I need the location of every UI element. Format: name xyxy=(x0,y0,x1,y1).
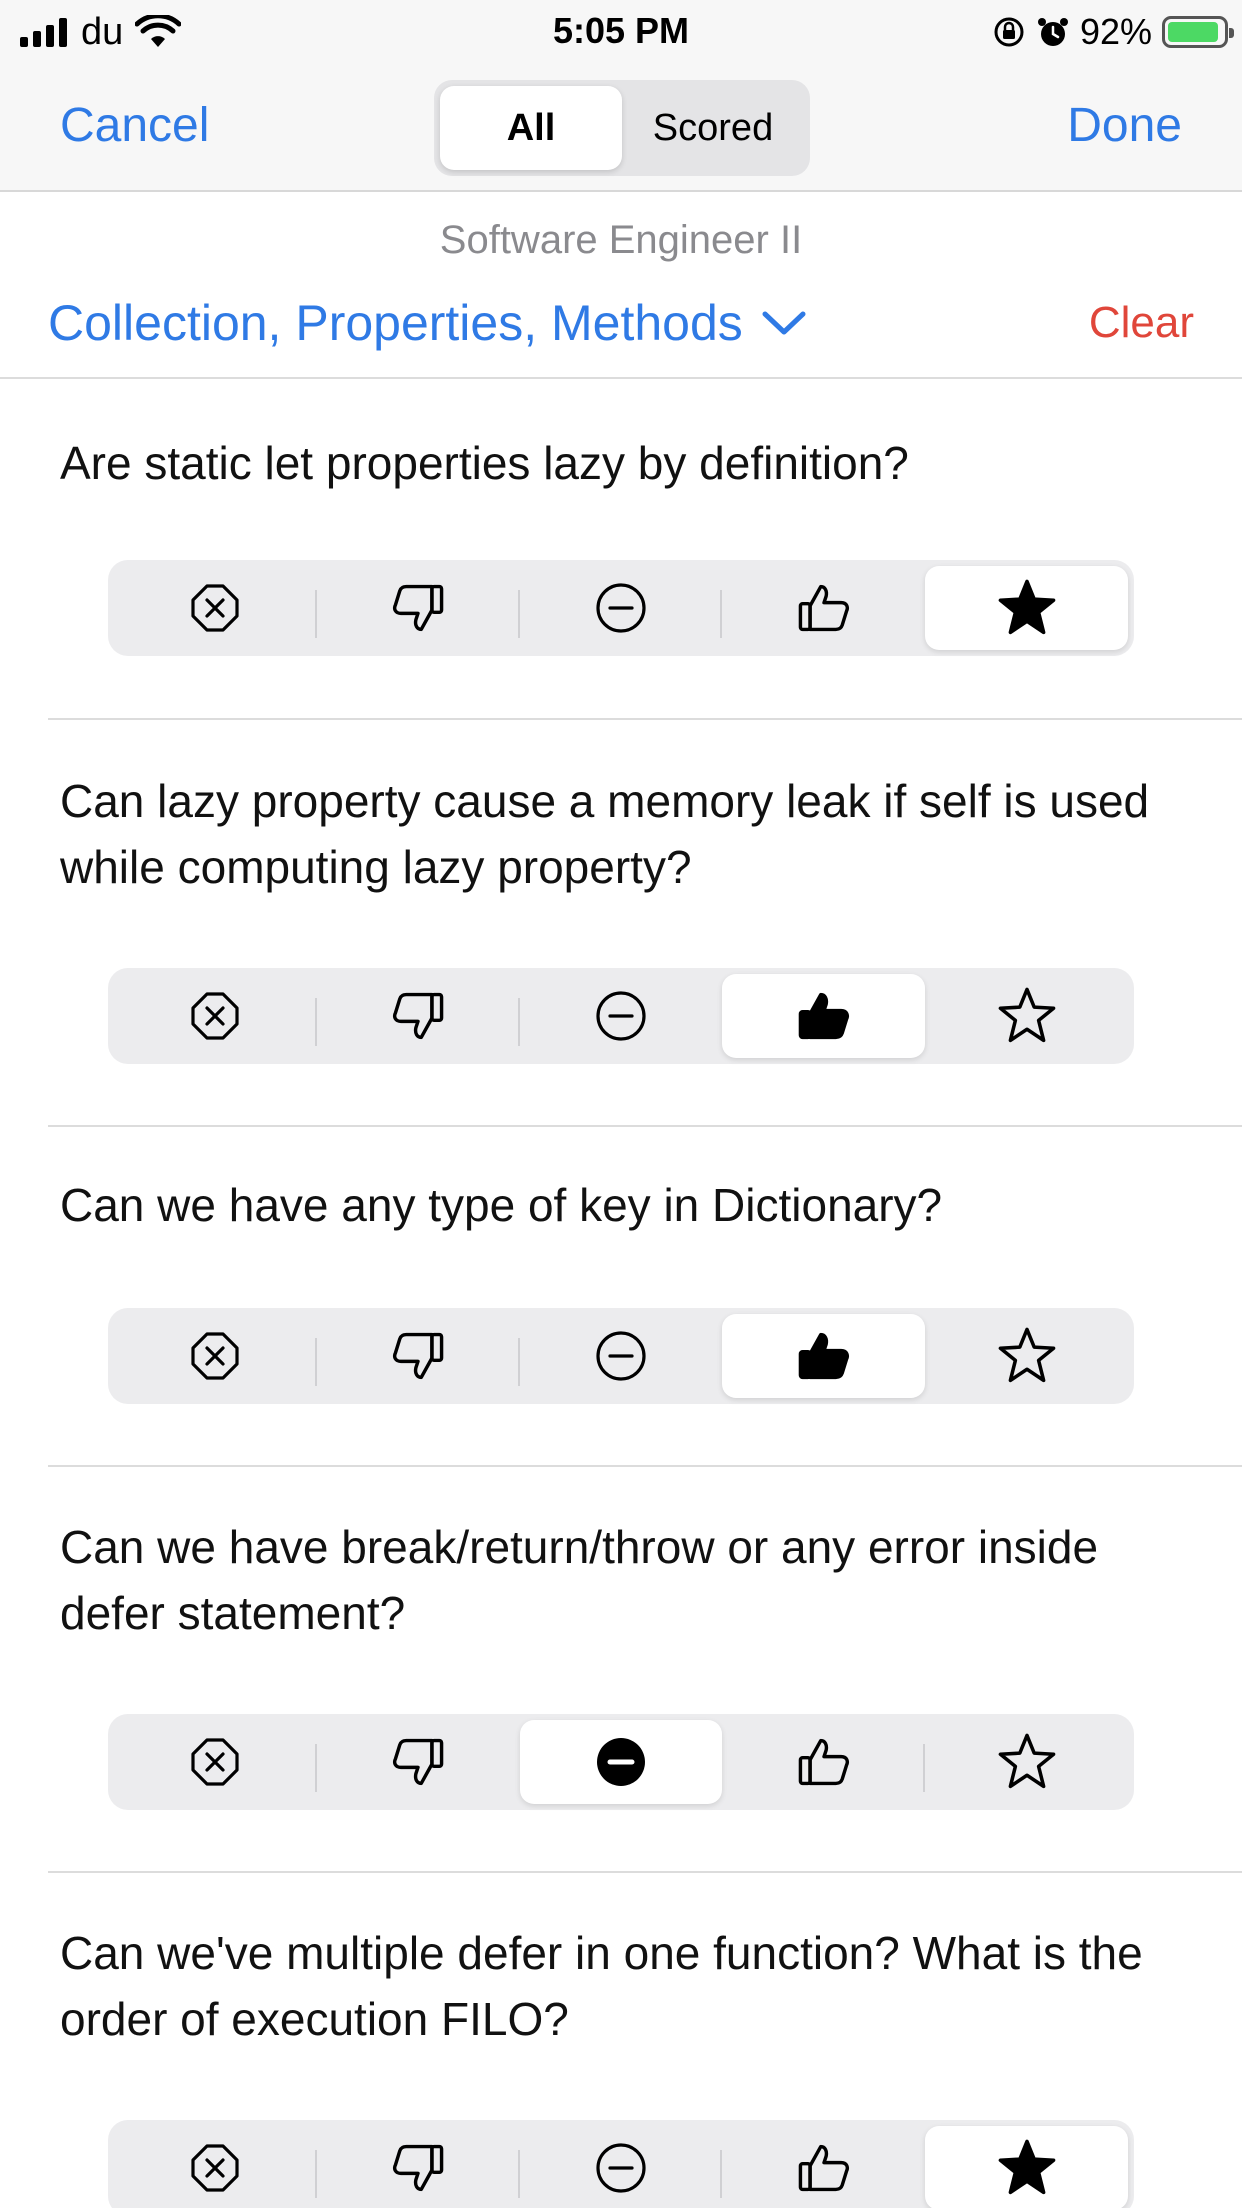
role-subtitle: Software Engineer II xyxy=(439,218,803,262)
rating-option-thumbs-up[interactable] xyxy=(722,566,925,650)
battery-icon xyxy=(1162,16,1234,48)
clear-button[interactable]: Clear xyxy=(1089,298,1194,348)
star-icon xyxy=(996,985,1058,1047)
alarm-icon xyxy=(1037,18,1068,46)
thumbs-up-icon xyxy=(794,578,854,638)
reject-icon xyxy=(187,580,243,636)
divider xyxy=(48,1465,1242,1467)
rating-option-neutral[interactable] xyxy=(520,1314,723,1398)
thumbs-up-icon xyxy=(794,1732,854,1792)
rating-option-star[interactable] xyxy=(925,566,1128,650)
status-right: 92% xyxy=(992,10,1234,54)
rating-option-star[interactable] xyxy=(925,1720,1128,1804)
rating-option-thumbs-down[interactable] xyxy=(317,566,520,650)
rating-option-reject[interactable] xyxy=(114,2126,317,2208)
category-filter-dropdown[interactable]: Collection, Properties, Methods xyxy=(48,294,807,352)
divider xyxy=(48,1125,1242,1127)
chevron-down-icon xyxy=(762,311,806,335)
rating-option-thumbs-up[interactable] xyxy=(722,2126,925,2208)
battery-fill xyxy=(1168,22,1218,42)
rating-option-star[interactable] xyxy=(925,2126,1128,2208)
question-text: Can we have break/return/throw or any er… xyxy=(60,1521,1099,1639)
orientation-lock-icon xyxy=(994,17,1024,47)
battery-percentage: 92% xyxy=(1079,11,1152,52)
rating-option-star[interactable] xyxy=(925,974,1128,1058)
rating-option-thumbs-up[interactable] xyxy=(722,1314,926,1398)
thumbs-down-icon xyxy=(388,986,448,1046)
rating-option-star[interactable] xyxy=(925,1314,1128,1398)
rating-control xyxy=(108,560,1134,656)
rating-option-reject[interactable] xyxy=(114,974,317,1058)
segment-scored[interactable]: Scored xyxy=(622,86,804,170)
thumbs-up-icon xyxy=(794,1326,854,1386)
question-text: Can we've multiple defer in one function… xyxy=(60,1927,1143,2045)
thumbs-up-icon xyxy=(794,2138,854,2198)
neutral-icon xyxy=(593,1734,649,1790)
neutral-icon xyxy=(593,580,649,636)
rating-option-reject[interactable] xyxy=(114,1720,317,1804)
thumbs-up-icon xyxy=(794,986,854,1046)
reject-icon xyxy=(187,1328,243,1384)
question-text: Can we have any type of key in Dictionar… xyxy=(60,1179,943,1231)
neutral-icon xyxy=(593,1328,649,1384)
neutral-icon xyxy=(593,988,649,1044)
category-filter-label: Collection, Properties, Methods xyxy=(48,295,743,351)
thumbs-down-icon xyxy=(388,1732,448,1792)
reject-icon xyxy=(187,2140,243,2196)
star-icon xyxy=(996,577,1058,639)
rating-option-neutral[interactable] xyxy=(519,1720,723,1804)
filter-segmented-control: All Scored xyxy=(434,80,810,176)
question-text: Can lazy property cause a memory leak if… xyxy=(60,775,1150,893)
rating-option-reject[interactable] xyxy=(114,566,317,650)
reject-icon xyxy=(187,988,243,1044)
star-icon xyxy=(996,2137,1058,2199)
rating-option-thumbs-up[interactable] xyxy=(722,1720,925,1804)
rating-option-thumbs-down[interactable] xyxy=(317,2126,520,2208)
star-icon xyxy=(996,1325,1058,1387)
rating-option-neutral[interactable] xyxy=(520,974,723,1058)
rating-option-thumbs-down[interactable] xyxy=(317,1720,520,1804)
thumbs-down-icon xyxy=(388,1326,448,1386)
divider xyxy=(48,718,1242,720)
rating-control xyxy=(108,1308,1134,1404)
rating-option-neutral[interactable] xyxy=(520,2126,723,2208)
rating-control xyxy=(108,968,1134,1064)
rating-control xyxy=(108,2120,1134,2208)
divider xyxy=(48,1871,1242,1873)
rating-option-thumbs-up[interactable] xyxy=(722,974,926,1058)
divider xyxy=(0,377,1242,379)
thumbs-down-icon xyxy=(388,2138,448,2198)
star-icon xyxy=(996,1731,1058,1793)
status-bar: du 5:05 PM 92% xyxy=(0,0,1242,62)
rating-option-neutral[interactable] xyxy=(520,566,723,650)
rating-option-thumbs-down[interactable] xyxy=(317,974,520,1058)
reject-icon xyxy=(187,1734,243,1790)
rating-control xyxy=(108,1714,1134,1810)
nav-bar: Cancel All Scored Done xyxy=(0,62,1242,192)
rating-option-thumbs-down[interactable] xyxy=(317,1314,520,1398)
thumbs-down-icon xyxy=(388,578,448,638)
neutral-icon xyxy=(593,2140,649,2196)
cancel-button[interactable]: Cancel xyxy=(60,98,209,153)
segment-all[interactable]: All xyxy=(440,86,622,170)
rating-option-reject[interactable] xyxy=(114,1314,317,1398)
done-button[interactable]: Done xyxy=(1067,98,1182,153)
question-text: Are static let properties lazy by defini… xyxy=(60,437,909,489)
